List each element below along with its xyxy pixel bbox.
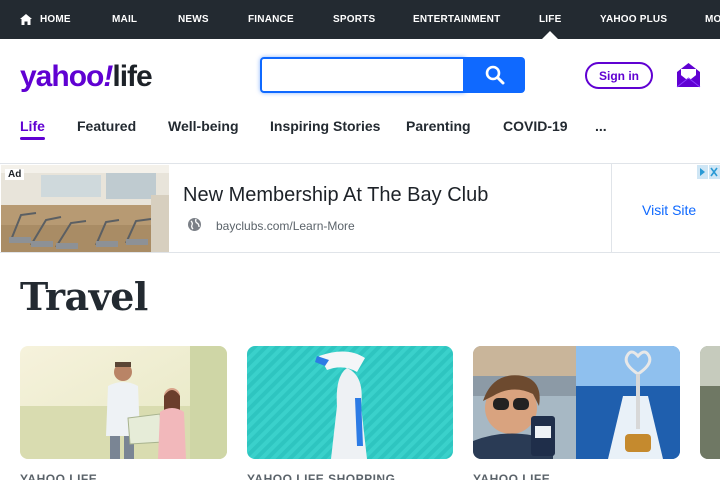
topnav-home-label: HOME	[40, 14, 71, 25]
topnav-home[interactable]: HOME	[20, 0, 71, 39]
ad-label: Ad	[5, 169, 25, 180]
logo-bang: !	[103, 60, 113, 93]
logo-life: life	[112, 60, 152, 93]
card-source-label[interactable]: YAHOO LIFE	[20, 472, 97, 480]
ad-image[interactable]: Ad	[1, 165, 169, 252]
cruise-selfie-photo	[473, 346, 680, 459]
card-source-label[interactable]: YAHOO LIFE SHOPPING	[247, 472, 395, 480]
article-card-image[interactable]	[247, 346, 453, 459]
fabric-steamer-photo	[247, 346, 453, 459]
subnav-inspiring-stories[interactable]: Inspiring Stories	[270, 118, 380, 134]
topnav-more[interactable]: MO	[705, 0, 720, 39]
adchoices-icon[interactable]	[697, 165, 720, 184]
visit-site-button[interactable]: Visit Site	[642, 202, 696, 218]
article-card-image[interactable]	[473, 346, 680, 459]
subnav-covid-19[interactable]: COVID-19	[503, 118, 568, 134]
topnav-mail[interactable]: MAIL	[112, 0, 137, 39]
subnav-parenting[interactable]: Parenting	[406, 118, 471, 134]
yahoo-life-logo[interactable]: yahoo!life	[20, 60, 153, 94]
ad-title[interactable]: New Membership At The Bay Club	[183, 184, 488, 207]
topnav-sports[interactable]: SPORTS	[333, 0, 375, 39]
article-card-image[interactable]	[20, 346, 227, 459]
mail-icon[interactable]	[676, 62, 701, 93]
top-navigation-bar: HOME MAIL NEWS FINANCE SPORTS ENTERTAINM…	[0, 0, 720, 39]
section-title: Travel	[20, 274, 148, 319]
topnav-entertainment[interactable]: ENTERTAINMENT	[413, 0, 500, 39]
ad-divider	[611, 164, 612, 252]
topnav-yahoo-plus[interactable]: YAHOO PLUS	[600, 0, 667, 39]
home-icon	[20, 14, 32, 25]
search-input[interactable]	[260, 57, 465, 93]
ad-banner[interactable]: Ad	[0, 163, 720, 253]
topnav-news[interactable]: NEWS	[178, 0, 209, 39]
couple-with-map-photo	[20, 346, 227, 459]
gym-photo	[1, 165, 169, 252]
sign-in-button[interactable]: Sign in	[585, 62, 653, 89]
subnav-more[interactable]: ...	[595, 118, 607, 134]
topnav-finance[interactable]: FINANCE	[248, 0, 294, 39]
subnav-active-underline	[20, 137, 45, 140]
globe-icon	[187, 217, 202, 237]
subnav-featured[interactable]: Featured	[77, 118, 136, 134]
logo-yahoo: yahoo	[20, 60, 104, 93]
search-icon	[485, 65, 504, 85]
article-card-image[interactable]	[700, 346, 720, 459]
partial-card-photo	[700, 346, 720, 459]
search-button[interactable]	[464, 57, 525, 93]
active-tab-caret	[542, 31, 558, 39]
ad-url[interactable]: bayclubs.com/Learn-More	[216, 219, 355, 233]
card-source-label[interactable]: YAHOO LIFE	[473, 472, 550, 480]
subnav-well-being[interactable]: Well-being	[168, 118, 239, 134]
subnav-life[interactable]: Life	[20, 118, 45, 134]
